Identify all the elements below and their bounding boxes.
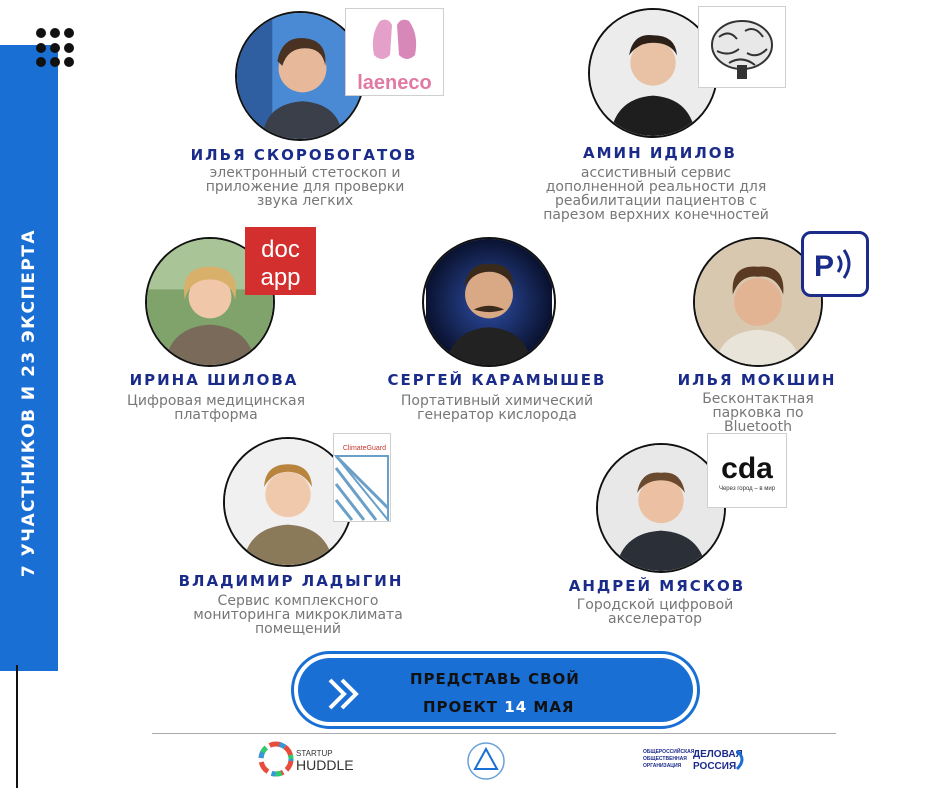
climateguard-logo: ClimateGuard [333,433,391,523]
participant-desc: Городской цифровой акселератор [576,597,734,627]
laeneco-logo: laeneco [345,8,444,96]
svg-text:HUDDLE: HUDDLE [296,757,354,773]
startup-huddle-logo: STARTUP HUDDLE [258,739,354,779]
participant-name: ИРИНА ШИЛОВА [129,371,299,389]
bluetooth-parking-logo: P [801,231,869,297]
participant-desc: ассистивный сервис дополненной реальности… [543,165,769,223]
participant-name: СЕРГЕЙ КАРАМЫШЕВ [387,371,607,389]
participant-desc: Цифровая медицинская платформа [127,393,305,423]
decorative-line [16,665,18,788]
cta-line-2: ПРОЕКТ 14 МАЯ [423,698,575,716]
participant-name: АМИН ИДИЛОВ [583,144,737,162]
double-chevron-right-icon [328,678,359,710]
triangle-emblem-icon [465,741,507,781]
participant-name: ИЛЬЯ СКОРОБОГАТОВ [190,146,418,164]
svg-text:app: app [260,264,300,291]
dots-icon [36,28,76,68]
laeneco-logo-text: laeneco [357,72,431,94]
cda-logo: cda Через город – в мир [707,433,787,508]
sidebar-banner: 7 УЧАСТНИКОВ И 23 ЭКСПЕРТА [0,45,58,671]
participant-desc: Портативный химический генератор кислород… [400,393,594,423]
photo-sergey-karamyshev [422,237,556,367]
svg-text:ОБЩЕСТВЕННАЯ: ОБЩЕСТВЕННАЯ [643,756,687,762]
participant-name: ВЛАДИМИР ЛАДЫГИН [178,572,404,590]
divider [152,733,836,734]
docapp-logo: doc app [245,227,316,295]
participant-desc: Сервис комплексного мониторинга микроклим… [193,593,403,637]
participant-name: ИЛЬЯ МОКШИН [677,371,837,389]
present-project-button[interactable]: ПРЕДСТАВЬ СВОЙ ПРОЕКТ 14 МАЯ [291,651,700,729]
svg-text:cda: cda [721,452,773,485]
svg-text:ОБЩЕРОССИЙСКАЯ: ОБЩЕРОССИЙСКАЯ [643,747,695,755]
participant-desc: электронный стетоскоп и приложение для пр… [205,165,405,209]
svg-text:ДЕЛОВАЯ: ДЕЛОВАЯ [693,749,743,760]
svg-text:doc: doc [261,236,300,263]
brain-logo [698,6,786,88]
sidebar-title: 7 УЧАСТНИКОВ И 23 ЭКСПЕРТА [19,228,39,578]
svg-text:P: P [814,250,834,283]
svg-text:ОРГАНИЗАЦИЯ: ОРГАНИЗАЦИЯ [643,763,682,769]
svg-text:Через город – в мир: Через город – в мир [719,486,776,492]
delovaya-rossiya-logo: ОБЩЕРОССИЙСКАЯ ОБЩЕСТВЕННАЯ ОРГАНИЗАЦИЯ … [643,743,751,775]
participant-desc: Бесконтактная парковка по Bluetooth [702,391,814,435]
participant-name: АНДРЕЙ МЯСКОВ [568,577,746,595]
svg-text:РОССИЯ: РОССИЯ [693,761,736,772]
svg-text:ClimateGuard: ClimateGuard [343,445,386,452]
cta-line-1: ПРЕДСТАВЬ СВОЙ [410,670,580,688]
